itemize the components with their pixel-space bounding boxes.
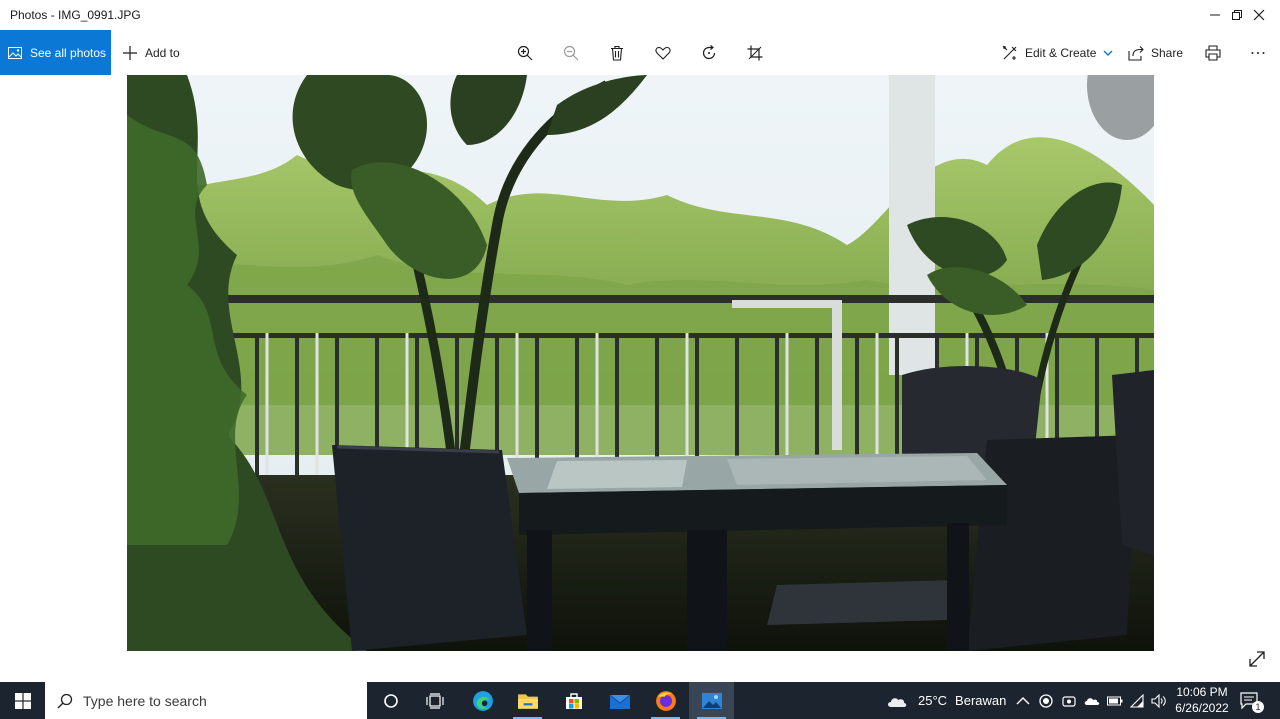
chevron-down-icon [1103,50,1113,56]
tray-volume-button[interactable] [1151,682,1167,719]
photo-icon [8,46,22,59]
expand-icon [1249,651,1265,667]
rotate-button[interactable] [694,30,724,75]
trash-icon [611,45,623,61]
start-button[interactable] [0,682,45,719]
edit-create-label: Edit & Create [1025,45,1097,60]
cortana-icon [383,693,398,708]
close-icon [1253,9,1265,21]
tray-record-button[interactable] [1039,682,1053,719]
patio-photo [127,75,1154,651]
taskbar-photos[interactable] [689,682,734,719]
more-options-button[interactable] [1243,30,1273,75]
zoom-in-icon [517,45,533,60]
edit-create-icon [1002,45,1017,60]
taskbar-microsoft-store[interactable] [551,682,596,719]
toolbar: See all photos Add to Edit & Create Shar… [0,30,1280,75]
weather-description: Berawan [955,693,1007,708]
task-view-button[interactable] [368,682,413,719]
edge-browser-icon [472,690,493,711]
crop-icon [747,45,763,60]
taskbar-edge[interactable] [460,682,505,719]
taskbar-search-box[interactable]: Type here to search [45,682,367,719]
plus-icon [123,45,137,60]
cloud-icon [888,697,907,707]
camera-icon [1062,695,1076,707]
print-button[interactable] [1198,30,1228,75]
firefox-icon [655,690,676,711]
notification-count-badge: 1 [1252,701,1264,713]
onedrive-cloud-icon [1084,697,1100,705]
clock-date: 6/26/2022 [1175,701,1229,715]
zoom-in-button[interactable] [510,30,540,75]
add-to-button[interactable]: Add to [122,30,180,75]
chevron-up-icon [1016,696,1030,704]
tray-battery-button[interactable] [1107,682,1123,719]
store-icon [565,692,582,709]
task-view-icon [425,692,444,709]
photo-viewer-image[interactable] [127,75,1154,651]
mail-icon [609,694,630,709]
rotate-icon [702,44,716,59]
tray-onedrive-button[interactable] [1084,682,1100,719]
search-icon [57,693,73,708]
show-hidden-icons-button[interactable] [1016,682,1030,719]
ellipsis-icon [1251,51,1265,54]
battery-icon [1107,696,1123,705]
crop-button[interactable] [740,30,770,75]
close-button[interactable] [1236,0,1280,30]
share-label: Share [1151,45,1184,60]
folder-icon [517,693,538,709]
zoom-out-icon [563,45,579,60]
wifi-icon [1130,693,1144,708]
delete-button[interactable] [602,30,632,75]
heart-icon [655,46,671,60]
taskbar: Type here to search 25°C Berawan 10:06 P… [0,682,1280,719]
see-all-photos-button[interactable]: See all photos [0,30,111,75]
photos-app-icon [701,692,722,709]
favorite-button[interactable] [648,30,678,75]
share-button[interactable]: Share [1128,30,1183,75]
weather-widget[interactable]: 25°C Berawan [886,682,1006,719]
notification-center-button[interactable]: 1 [1240,682,1264,719]
clock-time: 10:06 PM [1176,685,1228,699]
search-placeholder: Type here to search [83,692,207,709]
task-view-switch-button[interactable] [412,682,457,719]
printer-icon [1205,44,1221,61]
tray-network-button[interactable] [1130,682,1144,719]
edit-create-button[interactable]: Edit & Create [1002,30,1113,75]
taskbar-file-explorer[interactable] [505,682,550,719]
windows-logo-icon [14,692,31,709]
speaker-icon [1151,693,1166,708]
record-icon [1039,693,1053,708]
weather-temperature: 25°C [918,693,948,708]
add-to-label: Add to [145,45,180,60]
taskbar-firefox[interactable] [643,682,688,719]
expand-button[interactable] [1244,646,1270,672]
tray-meet-now-button[interactable] [1062,682,1076,719]
taskbar-mail[interactable] [597,682,642,719]
title-bar: Photos - IMG_0991.JPG [0,0,1280,30]
zoom-out-button[interactable] [556,30,586,75]
share-icon [1128,45,1144,61]
window-title: Photos - IMG_0991.JPG [10,8,141,22]
see-all-photos-label: See all photos [30,45,107,60]
taskbar-clock[interactable]: 10:06 PM 6/26/2022 [1170,684,1234,716]
